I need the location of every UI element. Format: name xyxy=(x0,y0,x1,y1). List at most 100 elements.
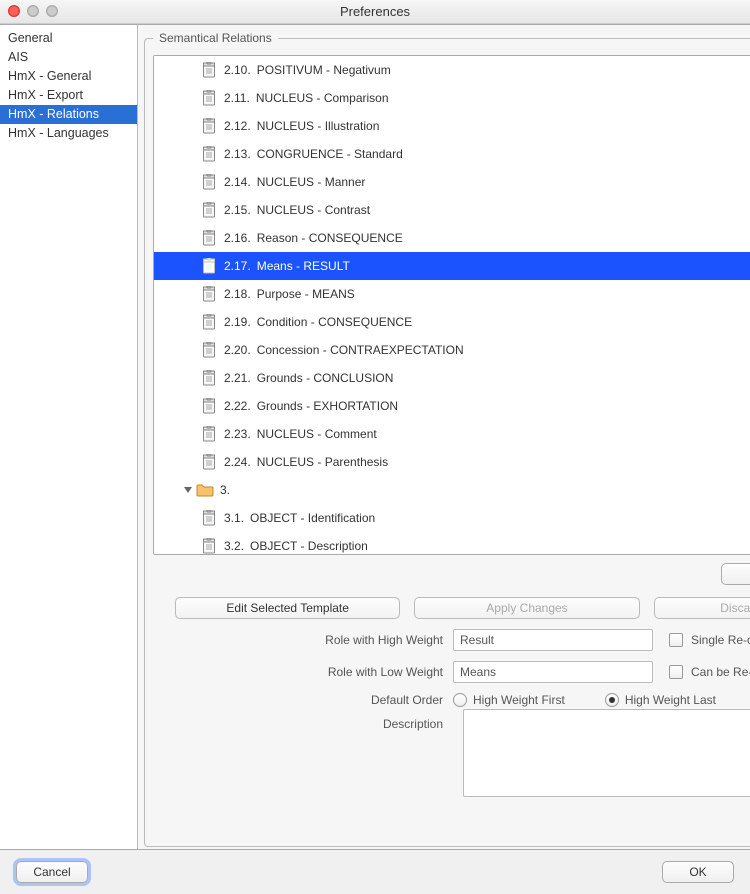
document-icon xyxy=(202,62,216,78)
row-number: 2.21. xyxy=(224,371,251,385)
can-reoccurring-checkbox[interactable] xyxy=(669,665,683,679)
relation-row[interactable]: 2.14.NUCLEUS - Manner xyxy=(154,168,750,196)
sidebar-item[interactable]: HmX - Languages xyxy=(0,124,137,143)
single-reoccurring-label: Single Re-occurring Role xyxy=(691,633,750,647)
row-number: 2.14. xyxy=(224,175,251,189)
row-number: 2.24. xyxy=(224,455,251,469)
relation-row[interactable]: 2.23. NUCLEUS - Comment xyxy=(154,420,750,448)
sidebar-item[interactable]: AIS xyxy=(0,48,137,67)
sidebar-item[interactable]: General xyxy=(0,29,137,48)
document-icon xyxy=(202,398,216,414)
disclosure-triangle-icon[interactable] xyxy=(184,487,192,493)
relation-row[interactable]: 2.12. NUCLEUS - Illustration xyxy=(154,112,750,140)
row-label: Reason - CONSEQUENCE xyxy=(257,231,750,245)
row-number: 2.17. xyxy=(224,259,251,273)
role-high-weight-input[interactable] xyxy=(453,629,653,651)
row-label: Condition - CONSEQUENCE xyxy=(257,315,750,329)
document-icon xyxy=(202,230,216,246)
apply-changes-button[interactable]: Apply Changes xyxy=(414,597,639,619)
document-icon xyxy=(202,510,216,526)
row-label: Concession - CONTRAEXPECTATION xyxy=(257,343,750,357)
relation-row[interactable]: 2.19. Condition - CONSEQUENCE xyxy=(154,308,750,336)
row-label: Grounds - CONCLUSION xyxy=(257,371,750,385)
row-label: NUCLEUS - Illustration xyxy=(257,119,750,133)
close-window-icon[interactable] xyxy=(8,5,20,17)
row-label: Means - RESULT xyxy=(257,259,750,273)
relation-row[interactable]: 2.17. Means - RESULT xyxy=(154,252,750,280)
document-icon xyxy=(202,314,216,330)
row-label: Purpose - MEANS xyxy=(257,287,750,301)
discard-changes-button[interactable]: Discard Changes xyxy=(654,597,750,619)
relation-row[interactable]: 3.1.OBJECT - Identification xyxy=(154,504,750,532)
relation-row[interactable]: 2.16. Reason - CONSEQUENCE xyxy=(154,224,750,252)
row-label: OBJECT - Description xyxy=(250,539,750,553)
relation-group-row[interactable]: 3. xyxy=(154,476,750,504)
document-icon xyxy=(202,118,216,134)
can-reoccurring-label: Can be Re-occurring xyxy=(691,665,750,679)
document-icon xyxy=(202,286,216,302)
role-high-weight-label: Role with High Weight xyxy=(153,633,453,647)
relations-list[interactable]: 2.10. POSITIVUM - Negativum 2.11.NUCLEUS -… xyxy=(153,55,750,555)
relation-row[interactable]: 2.21. Grounds - CONCLUSION xyxy=(154,364,750,392)
preferences-sidebar: GeneralAISHmX - GeneralHmX - ExportHmX -… xyxy=(0,25,138,849)
relation-row[interactable]: 2.20. Concession - CONTRAEXPECTATION xyxy=(154,336,750,364)
row-number: 3. xyxy=(220,483,230,497)
add-group-button[interactable]: Add Group xyxy=(721,563,750,585)
relation-row[interactable]: 2.22. Grounds - EXHORTATION xyxy=(154,392,750,420)
sidebar-item[interactable]: HmX - General xyxy=(0,67,137,86)
document-icon xyxy=(202,426,216,442)
row-label: POSITIVUM - Negativum xyxy=(257,63,750,77)
row-label: CONGRUENCE - Standard xyxy=(257,147,750,161)
row-number: 2.23. xyxy=(224,427,251,441)
semantical-relations-group: Semantical Relations 2.10. POSITIVUM - Ne… xyxy=(144,31,750,847)
high-weight-first-label: High Weight First xyxy=(473,693,565,707)
relation-row[interactable]: 3.2. OBJECT - Description xyxy=(154,532,750,555)
document-icon xyxy=(202,258,216,274)
cancel-button[interactable]: Cancel xyxy=(16,861,88,883)
zoom-window-icon xyxy=(46,5,58,17)
edit-selected-template-button[interactable]: Edit Selected Template xyxy=(175,597,400,619)
high-weight-last-radio[interactable] xyxy=(605,693,619,707)
default-order-label: Default Order xyxy=(153,693,453,707)
ok-button[interactable]: OK xyxy=(662,861,734,883)
sidebar-item[interactable]: HmX - Relations xyxy=(0,105,137,124)
group-legend: Semantical Relations xyxy=(153,31,278,45)
document-icon xyxy=(202,342,216,358)
row-label: NUCLEUS - Comment xyxy=(257,427,750,441)
window-titlebar: Preferences xyxy=(0,0,750,24)
row-number: 2.10. xyxy=(224,63,251,77)
document-icon xyxy=(202,202,216,218)
relation-row[interactable]: 2.18. Purpose - MEANS xyxy=(154,280,750,308)
sidebar-item[interactable]: HmX - Export xyxy=(0,86,137,105)
row-number: 2.12. xyxy=(224,119,251,133)
document-icon xyxy=(202,90,216,106)
relation-row[interactable]: 2.24. NUCLEUS - Parenthesis xyxy=(154,448,750,476)
role-low-weight-label: Role with Low Weight xyxy=(153,665,453,679)
row-number: 2.16. xyxy=(224,231,251,245)
row-number: 2.13. xyxy=(224,147,251,161)
relation-row[interactable]: 2.11.NUCLEUS - Comparison xyxy=(154,84,750,112)
single-reoccurring-checkbox[interactable] xyxy=(669,633,683,647)
description-textarea[interactable] xyxy=(463,709,750,797)
description-label: Description xyxy=(153,717,453,731)
row-number: 2.20. xyxy=(224,343,251,357)
folder-icon xyxy=(196,483,214,497)
row-number: 3.2. xyxy=(224,539,244,553)
high-weight-last-label: High Weight Last xyxy=(625,693,716,707)
relation-row[interactable]: 2.15.NUCLEUS - Contrast xyxy=(154,196,750,224)
document-icon xyxy=(202,538,216,554)
row-number: 2.18. xyxy=(224,287,251,301)
row-number: 2.19. xyxy=(224,315,251,329)
row-label: NUCLEUS - Parenthesis xyxy=(257,455,750,469)
role-low-weight-input[interactable] xyxy=(453,661,653,683)
relation-row[interactable]: 2.10. POSITIVUM - Negativum xyxy=(154,56,750,84)
row-label: Grounds - EXHORTATION xyxy=(257,399,750,413)
high-weight-first-radio[interactable] xyxy=(453,693,467,707)
dialog-footer: Cancel OK xyxy=(0,850,750,894)
row-label: OBJECT - Identification xyxy=(250,511,750,525)
row-number: 2.22. xyxy=(224,399,251,413)
relation-row[interactable]: 2.13. CONGRUENCE - Standard xyxy=(154,140,750,168)
document-icon xyxy=(202,370,216,386)
document-icon xyxy=(202,146,216,162)
document-icon xyxy=(202,174,216,190)
